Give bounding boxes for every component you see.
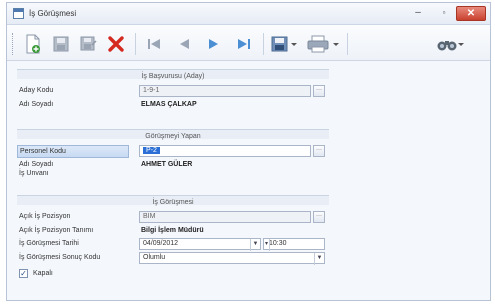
closed-checkbox[interactable]: ✓ — [19, 269, 28, 278]
candidate-name-row: Adı Soyadı ELMAS ÇALKAP — [17, 99, 329, 112]
staff-code-lookup-button[interactable]: ··· — [313, 145, 325, 157]
staff-code-input[interactable]: P-2 — [139, 145, 311, 157]
staff-name-value: AHMET GÜLER — [141, 161, 193, 168]
first-record-icon — [148, 39, 160, 49]
save-as-icon — [80, 36, 97, 51]
title-bar: İş Görüşmesi – ▫ ✕ — [7, 3, 490, 25]
staff-code-row: Personel Kodu P-2 ··· — [17, 145, 329, 158]
toolbar-separator — [263, 33, 264, 55]
candidate-code-row: Aday Kodu 1-9-1 ··· — [17, 85, 329, 98]
toolbar-separator — [135, 33, 136, 55]
printer-icon — [307, 35, 339, 53]
candidate-code-input[interactable]: 1-9-1 — [139, 85, 311, 97]
window-app-icon — [13, 8, 24, 19]
new-record-button[interactable] — [23, 34, 43, 54]
interview-date-row: İş Görüşmesi Tarihi 04/09/2012 ▼ 10:30 ▾ — [17, 238, 329, 251]
interview-date-value: 04/09/2012 — [143, 240, 179, 247]
position-desc-row: Açık İş Pozisyon Tanımı Bilgi İşlem Müdü… — [17, 225, 329, 238]
save-as-button[interactable] — [79, 34, 99, 54]
closed-label: Kapalı — [33, 270, 53, 277]
new-document-icon — [26, 34, 40, 54]
binoculars-icon — [437, 41, 464, 51]
toolbar — [7, 25, 490, 61]
minimize-button[interactable]: – — [407, 6, 429, 21]
position-lookup-button[interactable]: ··· — [313, 211, 325, 223]
previous-record-icon — [180, 39, 189, 49]
interview-date-input[interactable]: 04/09/2012 ▼ — [139, 238, 261, 251]
date-dropdown-button[interactable]: ▼ — [250, 239, 260, 251]
close-button[interactable]: ✕ — [456, 6, 486, 21]
section-interview: İş Görüşmesi — [17, 195, 329, 206]
position-desc-value: Bilgi İşlem Müdürü — [141, 227, 204, 234]
result-code-row: İş Görüşmesi Sonuç Kodu Olumlu ▼ — [17, 252, 329, 265]
save-button[interactable] — [51, 34, 71, 54]
position-label: Açık İş Pozisyon — [19, 213, 71, 220]
interview-date-label: İş Görüşmesi Tarihi — [19, 240, 79, 247]
first-record-button[interactable] — [143, 34, 165, 54]
last-record-icon — [238, 39, 250, 49]
time-spin-icon[interactable]: ▾ — [264, 239, 270, 251]
position-input[interactable]: BIM — [139, 211, 311, 223]
delete-button[interactable] — [105, 34, 127, 54]
interview-time-input[interactable]: 10:30 ▾ — [263, 238, 325, 251]
staff-code-selected-text: P-2 — [143, 147, 160, 154]
position-desc-label: Açık İş Pozisyon Tanımı — [19, 227, 94, 234]
result-code-dropdown-button[interactable]: ▼ — [314, 253, 324, 265]
window-title: İş Görüşmesi — [29, 9, 77, 18]
result-code-value: Olumlu — [143, 254, 166, 261]
staff-code-label: Personel Kodu — [17, 145, 129, 158]
candidate-name-label: Adı Soyadı — [19, 101, 54, 108]
toolbar-grip[interactable] — [12, 33, 14, 55]
delete-icon — [108, 36, 124, 52]
next-record-button[interactable] — [203, 34, 225, 54]
staff-name-label: Adı Soyadı — [19, 161, 54, 168]
section-interviewer: Görüşmeyi Yapan — [17, 129, 329, 140]
candidate-code-lookup-button[interactable]: ··· — [313, 85, 325, 97]
print-button[interactable] — [307, 34, 341, 54]
maximize-button[interactable]: ▫ — [433, 6, 455, 21]
section-application-title: İş Başvurusu (Aday) — [141, 73, 205, 80]
previous-record-button[interactable] — [173, 34, 195, 54]
find-button[interactable] — [437, 34, 465, 54]
staff-title-label: İş Unvanı — [19, 170, 49, 177]
next-record-icon — [209, 39, 218, 49]
section-interview-title: İş Görüşmesi — [152, 199, 194, 206]
section-application: İş Başvurusu (Aday) — [17, 69, 329, 80]
closed-row: ✓ Kapalı — [17, 268, 329, 281]
export-button[interactable] — [271, 34, 301, 54]
candidate-code-label: Aday Kodu — [19, 87, 54, 94]
result-code-select[interactable]: Olumlu ▼ — [139, 252, 325, 265]
candidate-name-value: ELMAS ÇALKAP — [141, 101, 197, 108]
export-icon — [271, 36, 297, 52]
staff-title-row: İş Unvanı — [17, 168, 329, 181]
section-interviewer-title: Görüşmeyi Yapan — [145, 133, 201, 140]
save-icon — [53, 36, 69, 52]
toolbar-separator — [347, 33, 348, 55]
interview-window: İş Görüşmesi – ▫ ✕ İş Başvurusu (Aday) A… — [6, 2, 491, 301]
position-row: Açık İş Pozisyon BIM ··· — [17, 211, 329, 224]
result-code-label: İş Görüşmesi Sonuç Kodu — [19, 254, 101, 261]
last-record-button[interactable] — [233, 34, 255, 54]
